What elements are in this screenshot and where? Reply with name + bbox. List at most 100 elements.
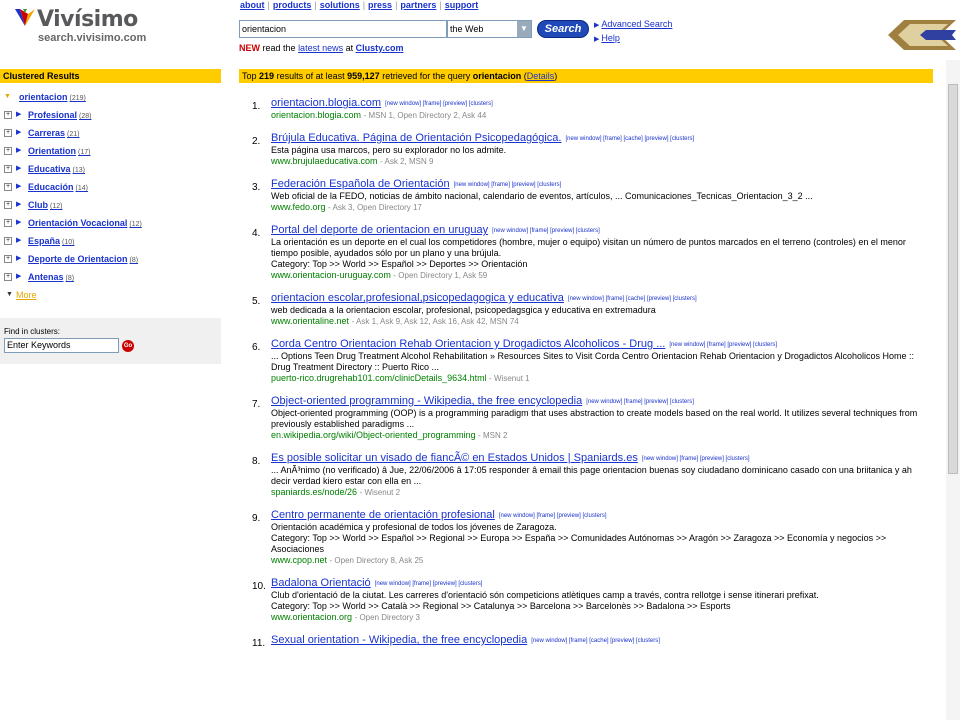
details-link[interactable]: Details [527, 71, 555, 81]
vertical-scrollbar[interactable] [946, 60, 960, 720]
cluster-label[interactable]: España (10) [28, 232, 74, 252]
result-snippet: Web oficial de la FEDO, noticias de ámbi… [271, 191, 813, 201]
result-action-links[interactable]: [new window] [frame] [preview] [clusters… [454, 182, 562, 188]
expand-icon[interactable]: + [4, 255, 12, 263]
cluster-item[interactable]: + ▶ Club (12) [4, 196, 219, 214]
vivisimo-logo[interactable]: Vivísimo search.vivisimo.com [14, 4, 164, 44]
cluster-count: (28) [79, 113, 92, 120]
result-sources: - Open Directory 3 [354, 613, 420, 622]
cluster-label[interactable]: Orientation (17) [28, 142, 90, 162]
result-snippet: web dedicada a la orientacion escolar, p… [271, 305, 656, 315]
expand-icon[interactable]: + [4, 273, 12, 281]
result-number: 10. [252, 581, 266, 592]
result-action-links[interactable]: [new window] [frame] [preview] [clusters… [492, 228, 600, 234]
cluster-item[interactable]: + ▶ Educativa (13) [4, 160, 219, 178]
cluster-item[interactable]: + ▶ Orientation (17) [4, 142, 219, 160]
cluster-root[interactable]: ▼ orientacion (219) [4, 88, 219, 106]
nav-link-products[interactable]: products [273, 0, 312, 10]
expand-icon[interactable]: + [4, 237, 12, 245]
result-url[interactable]: spaniards.es/node/26 [271, 487, 357, 497]
latest-news-link[interactable]: latest news [298, 43, 343, 53]
result-title-link[interactable]: orientacion escolar,profesional,psicoped… [271, 292, 564, 304]
result-url[interactable]: orientacion.blogia.com [271, 110, 361, 120]
result-url[interactable]: www.orientaline.net [271, 316, 349, 326]
result-action-links[interactable]: [new window] [frame] [cache] [preview] [… [531, 638, 660, 644]
cluster-label[interactable]: Club (12) [28, 196, 62, 216]
search-scope-select[interactable]: the Web ▼ [447, 20, 532, 38]
more-clusters-link[interactable]: More [16, 286, 37, 304]
result-number: 3. [252, 182, 261, 193]
result-action-links[interactable]: [new window] [frame] [preview] [clusters… [669, 342, 777, 348]
result-action-links[interactable]: [new window] [frame] [preview] [clusters… [642, 456, 750, 462]
result-title-link[interactable]: Brújula Educativa. Página de Orientación… [271, 132, 561, 144]
result-title-link[interactable]: Corda Centro Orientacion Rehab Orientaci… [271, 338, 665, 350]
cluster-item[interactable]: + ▶ Carreras (21) [4, 124, 219, 142]
cluster-label[interactable]: Educación (14) [28, 178, 88, 198]
cluster-label[interactable]: Orientación Vocacional (12) [28, 214, 142, 234]
cluster-item[interactable]: + ▶ Deporte de Orientacion (8) [4, 250, 219, 268]
result-title-link[interactable]: orientacion.blogia.com [271, 97, 381, 109]
cluster-label[interactable]: Carreras (21) [28, 124, 79, 144]
expand-icon[interactable]: + [4, 165, 12, 173]
result-category: Category: Top >> World >> Español >> Dep… [271, 259, 528, 269]
more-clusters[interactable]: ▼ More [4, 286, 219, 304]
advanced-search-link[interactable]: Advanced Search [601, 19, 672, 29]
cluster-item[interactable]: + ▶ Antenas (8) [4, 268, 219, 286]
result-url[interactable]: puerto-rico.drugrehab101.com/clinicDetai… [271, 373, 487, 383]
nav-link-solutions[interactable]: solutions [320, 0, 360, 10]
cluster-item[interactable]: + ▶ Orientación Vocacional (12) [4, 214, 219, 232]
result-title-link[interactable]: Badalona Orientació [271, 577, 371, 589]
cluster-label[interactable]: Educativa (13) [28, 160, 85, 180]
cluster-label[interactable]: Deporte de Orientacion (8) [28, 250, 138, 270]
expand-icon[interactable]: + [4, 219, 12, 227]
result-title-link[interactable]: Es posible solicitar un visado de fiancÃ… [271, 452, 638, 464]
arrow-right-icon: ▶ [16, 147, 22, 154]
result-title-link[interactable]: Sexual orientation - Wikipedia, the free… [271, 634, 527, 646]
cluster-label-text: Educación [28, 182, 74, 192]
scrollbar-thumb[interactable] [948, 84, 958, 474]
result-url[interactable]: www.orientacion.org [271, 612, 352, 622]
cluster-keyword-input[interactable]: Enter Keywords [4, 338, 119, 353]
result-action-links[interactable]: [new window] [frame] [preview] [clusters… [499, 513, 607, 519]
search-result: 1. orientacion.blogia.com [new window] [fr… [239, 96, 933, 121]
result-url[interactable]: en.wikipedia.org/wiki/Object-oriented_pr… [271, 430, 476, 440]
result-url[interactable]: www.orientacion-uruguay.com [271, 270, 391, 280]
expand-icon[interactable]: + [4, 201, 12, 209]
nav-link-support[interactable]: support [445, 0, 479, 10]
nav-link-about[interactable]: about [240, 0, 265, 10]
cluster-item[interactable]: + ▶ Profesional (28) [4, 106, 219, 124]
result-action-links[interactable]: [new window] [frame] [preview] [clusters… [586, 399, 694, 405]
cluster-item[interactable]: + ▶ Educación (14) [4, 178, 219, 196]
result-url-line: www.fedo.org - Ask 3, Open Directory 17 [271, 202, 933, 213]
result-url[interactable]: www.fedo.org [271, 202, 326, 212]
chevron-down-icon[interactable]: ▼ [517, 21, 531, 37]
result-url[interactable]: www.brujulaeducativa.com [271, 156, 378, 166]
cluster-label[interactable]: Profesional (28) [28, 106, 91, 126]
result-title-link[interactable]: Centro permanente de orientación profesi… [271, 509, 495, 521]
expand-icon[interactable]: + [4, 111, 12, 119]
result-url[interactable]: www.cpop.net [271, 555, 327, 565]
result-title-link[interactable]: Federación Española de Orientación [271, 178, 450, 190]
expand-icon[interactable]: + [4, 147, 12, 155]
brand-subdomain: search.vivisimo.com [38, 32, 147, 44]
help-link[interactable]: Help [601, 33, 620, 43]
search-input[interactable]: orientacion [239, 20, 447, 38]
go-button[interactable]: Go [122, 340, 134, 352]
expand-icon[interactable]: + [4, 129, 12, 137]
arrow-right-icon: ▶ [594, 22, 600, 29]
cluster-root-label[interactable]: orientacion (219) [19, 88, 86, 108]
cluster-label[interactable]: Antenas (8) [28, 268, 74, 288]
result-title-link[interactable]: Portal del deporte de orientacion en uru… [271, 224, 488, 236]
expand-icon[interactable]: + [4, 183, 12, 191]
result-sources: - Ask 1, Ask 9, Ask 12, Ask 16, Ask 42, … [351, 317, 519, 326]
cluster-item[interactable]: + ▶ España (10) [4, 232, 219, 250]
nav-link-press[interactable]: press [368, 0, 392, 10]
search-button[interactable]: Search [537, 20, 589, 38]
clusty-link[interactable]: Clusty.com [356, 43, 404, 53]
result-title-link[interactable]: Object-oriented programming - Wikipedia,… [271, 395, 582, 407]
result-action-links[interactable]: [new window] [frame] [preview] [clusters… [385, 101, 493, 107]
result-action-links[interactable]: [new window] [frame] [cache] [preview] [… [565, 136, 694, 142]
nav-link-partners[interactable]: partners [400, 0, 436, 10]
result-action-links[interactable]: [new window] [frame] [cache] [preview] [… [568, 296, 697, 302]
result-action-links[interactable]: [new window] [frame] [preview] [clusters… [375, 581, 483, 587]
